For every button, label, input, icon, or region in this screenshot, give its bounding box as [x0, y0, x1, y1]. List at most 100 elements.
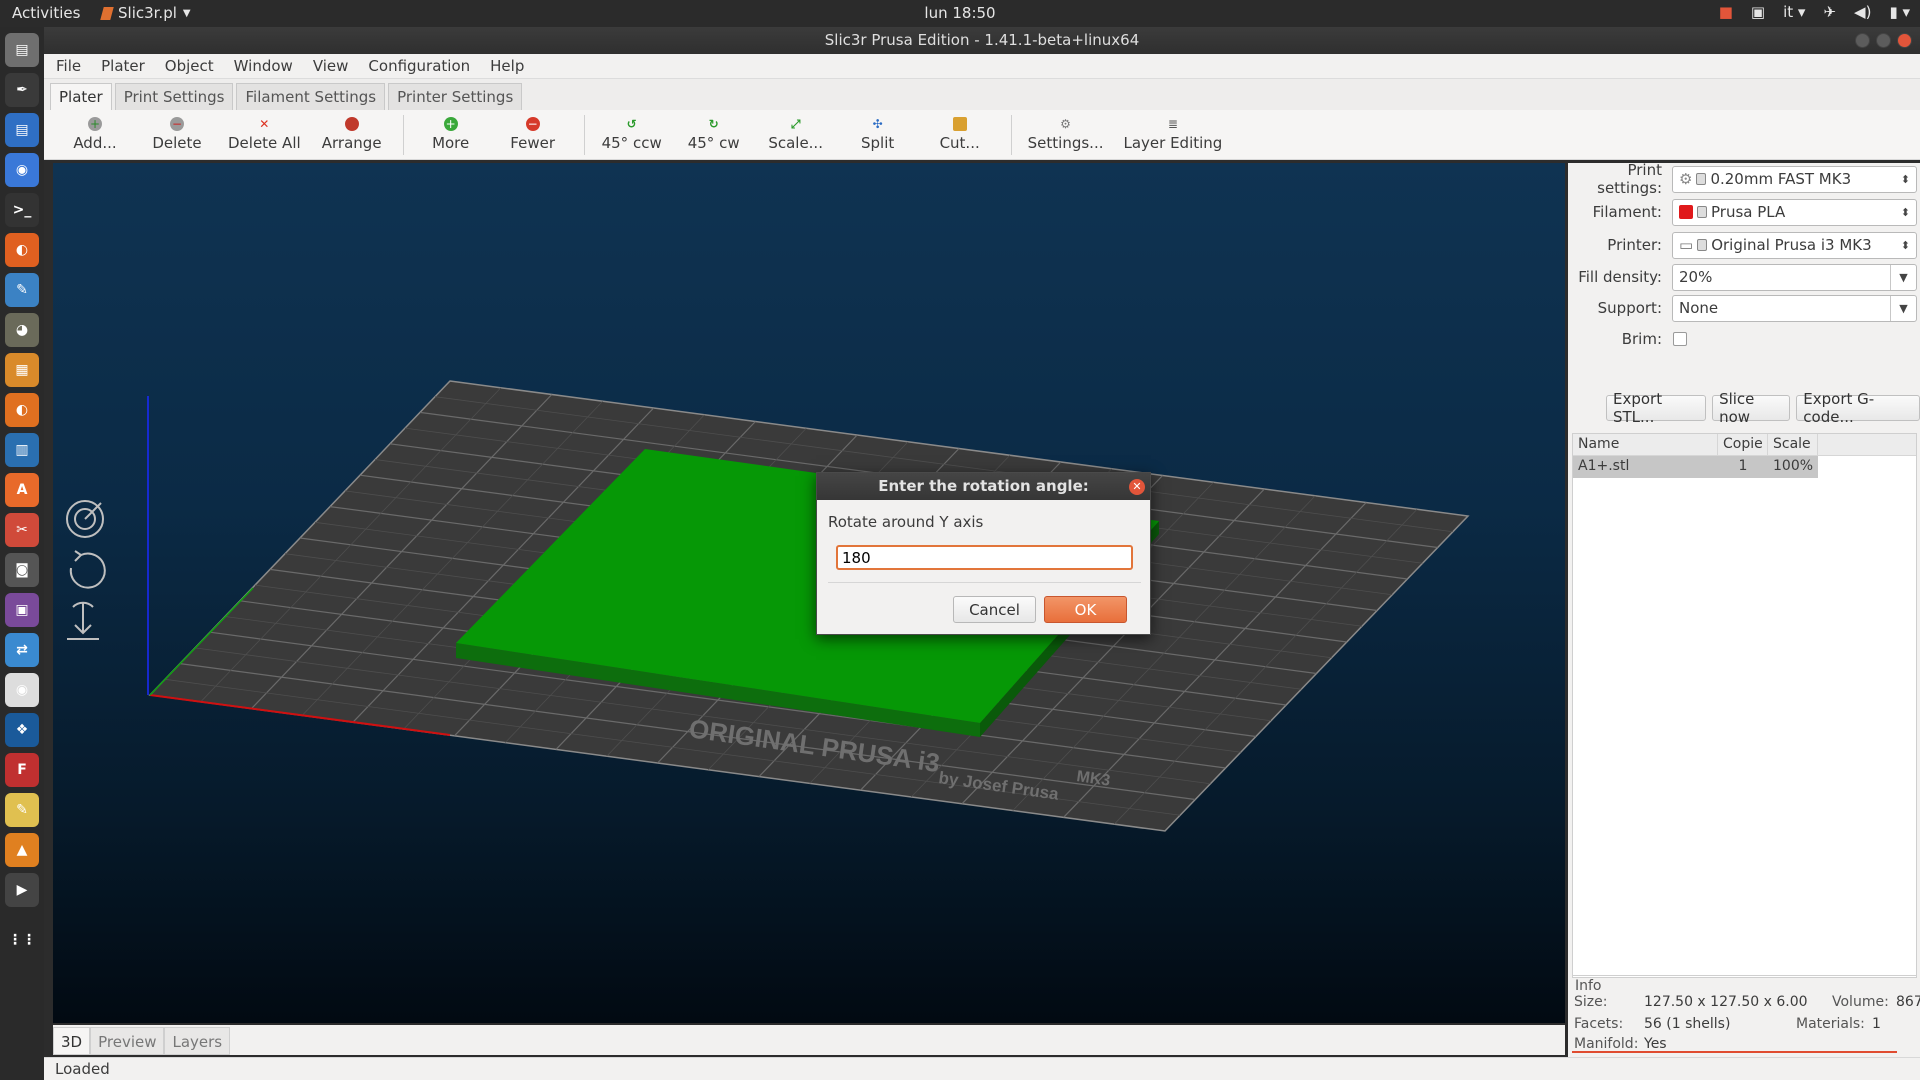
- minimize-icon[interactable]: [1855, 33, 1870, 48]
- 3d-view-canvas[interactable]: ORIGINAL PRUSA i3 MK3 by Josef Prusa: [53, 163, 1565, 1023]
- split-button[interactable]: ✣ Split: [847, 110, 909, 152]
- filament-row: Filament: Prusa PLA ⬍: [1568, 198, 1920, 226]
- tab-plater[interactable]: Plater: [50, 83, 112, 110]
- airplane-icon[interactable]: ✈: [1823, 3, 1836, 21]
- more-button[interactable]: + More: [420, 110, 482, 152]
- menu-view[interactable]: View: [313, 54, 349, 78]
- screen-record-icon[interactable]: ■: [1719, 3, 1733, 21]
- software-icon[interactable]: A: [5, 473, 39, 507]
- chromium-icon[interactable]: ◉: [5, 153, 39, 187]
- rotate-gizmo-icon[interactable]: [66, 500, 104, 538]
- files-icon[interactable]: ▤: [5, 33, 39, 67]
- tools-icon[interactable]: ✂: [5, 513, 39, 547]
- fill-density-combo[interactable]: 20% ▼: [1672, 263, 1917, 291]
- editor-icon[interactable]: ✎: [5, 273, 39, 307]
- facets-value: 56 (1 shells): [1644, 1016, 1731, 1032]
- writer-icon[interactable]: ▤: [5, 113, 39, 147]
- object-list[interactable]: Name Copie Scale A1+.stl 1 100%: [1572, 433, 1917, 978]
- virtualbox-icon[interactable]: ❖: [5, 713, 39, 747]
- battery-icon[interactable]: ▮ ▾: [1889, 3, 1910, 21]
- fewer-button[interactable]: − Fewer: [502, 110, 564, 152]
- rotation-angle-input[interactable]: [836, 545, 1133, 570]
- connect-icon[interactable]: ⇄: [5, 633, 39, 667]
- tab-filament-settings[interactable]: Filament Settings: [236, 83, 386, 110]
- ruler-icon[interactable]: ▦: [5, 353, 39, 387]
- app-menu[interactable]: Slic3r.pl ▼: [100, 4, 191, 22]
- rotate-ccw-label: 45° ccw: [601, 134, 662, 152]
- support-row: Support: None ▼: [1568, 294, 1920, 322]
- maximize-icon[interactable]: [1876, 33, 1891, 48]
- clapper-icon[interactable]: ▶: [5, 873, 39, 907]
- column-name[interactable]: Name: [1573, 434, 1718, 455]
- tab-layers[interactable]: Layers: [164, 1027, 231, 1055]
- menu-configuration[interactable]: Configuration: [368, 54, 470, 78]
- firefox-icon[interactable]: ◐: [5, 233, 39, 267]
- terminal-icon[interactable]: >_: [5, 193, 39, 227]
- undo-rotate-icon[interactable]: [69, 550, 106, 589]
- arrange-button[interactable]: Arrange: [321, 110, 383, 152]
- delete-all-button[interactable]: ✕ Delete All: [228, 110, 301, 152]
- brim-label: Brim:: [1621, 330, 1662, 348]
- filament-select[interactable]: Prusa PLA ⬍: [1672, 198, 1917, 226]
- column-copies[interactable]: Copie: [1718, 434, 1768, 455]
- support-combo[interactable]: None ▼: [1672, 294, 1917, 322]
- menu-object[interactable]: Object: [165, 54, 214, 78]
- settings-button[interactable]: ⚙ Settings...: [1028, 110, 1104, 152]
- slice-now-button[interactable]: Slice now: [1712, 390, 1791, 426]
- close-icon[interactable]: [1897, 33, 1912, 48]
- media-icon[interactable]: ▣: [5, 593, 39, 627]
- clipboard-icon[interactable]: ▣: [1751, 3, 1765, 21]
- ok-button[interactable]: OK: [1044, 596, 1127, 623]
- volume-icon[interactable]: ◀): [1854, 3, 1871, 21]
- delete-button[interactable]: − Delete: [146, 110, 208, 152]
- menu-help[interactable]: Help: [490, 54, 524, 78]
- rotate-ccw-button[interactable]: ↺ 45° ccw: [601, 110, 663, 152]
- menu-window[interactable]: Window: [234, 54, 293, 78]
- vlc-icon[interactable]: ▲: [5, 833, 39, 867]
- scale-icon: ⤢: [790, 117, 801, 131]
- print-settings-select[interactable]: ⚙ 0.20mm FAST MK3 ⬍: [1672, 165, 1917, 193]
- toolbar-separator: [1010, 115, 1012, 155]
- chevron-down-icon[interactable]: ▼: [1890, 295, 1916, 321]
- chevron-down-icon[interactable]: ▼: [1890, 264, 1916, 290]
- eye-icon[interactable]: ◉: [5, 673, 39, 707]
- export-stl-button[interactable]: Export STL...: [1606, 390, 1707, 426]
- tab-preview[interactable]: Preview: [90, 1027, 165, 1055]
- size-value: 127.50 x 127.50 x 6.00: [1644, 994, 1808, 1010]
- gear-icon: ⚙: [1679, 170, 1693, 188]
- scanner-icon[interactable]: ▥: [5, 433, 39, 467]
- scale-button[interactable]: ⤢ Scale...: [765, 110, 827, 152]
- apps-grid-icon[interactable]: ⋮⋮: [5, 923, 39, 957]
- menu-file[interactable]: File: [56, 54, 81, 78]
- clock[interactable]: lun 18:50: [924, 4, 995, 22]
- add-button[interactable]: + Add...: [64, 110, 126, 152]
- close-icon[interactable]: ✕: [1129, 479, 1145, 495]
- rotate-ccw-icon: ↺: [626, 117, 637, 131]
- info-panel: Info Size: 127.50 x 127.50 x 6.00 Volume…: [1572, 975, 1920, 1053]
- activities-button[interactable]: Activities: [12, 4, 80, 22]
- brim-checkbox[interactable]: [1673, 332, 1687, 346]
- toolbar-separator: [583, 115, 585, 155]
- lock-icon: [1697, 239, 1708, 251]
- object-list-header: Name Copie Scale: [1573, 434, 1916, 456]
- rotate-cw-button[interactable]: ↻ 45° cw: [683, 110, 745, 152]
- menu-plater[interactable]: Plater: [101, 54, 145, 78]
- gimp-icon[interactable]: ◕: [5, 313, 39, 347]
- blender-icon[interactable]: ◐: [5, 393, 39, 427]
- tab-printer-settings[interactable]: Printer Settings: [388, 83, 523, 110]
- layer-editing-button[interactable]: ≣ Layer Editing: [1123, 110, 1222, 152]
- export-gcode-button[interactable]: Export G-code...: [1796, 390, 1920, 426]
- tab-3d[interactable]: 3D: [53, 1027, 91, 1055]
- place-on-face-icon[interactable]: [67, 601, 99, 640]
- printer-select[interactable]: ▭ Original Prusa i3 MK3 ⬍: [1672, 231, 1917, 259]
- cut-button[interactable]: Cut...: [929, 110, 991, 152]
- notes-icon[interactable]: ✎: [5, 793, 39, 827]
- camera-icon[interactable]: ◙: [5, 553, 39, 587]
- settings-icon[interactable]: F: [5, 753, 39, 787]
- inkscape-icon[interactable]: ✒: [5, 73, 39, 107]
- cancel-button[interactable]: Cancel: [953, 596, 1036, 623]
- column-scale[interactable]: Scale: [1768, 434, 1818, 455]
- table-row[interactable]: A1+.stl 1 100%: [1573, 456, 1818, 478]
- tab-print-settings[interactable]: Print Settings: [114, 83, 234, 110]
- language-indicator[interactable]: it ▾: [1783, 3, 1805, 21]
